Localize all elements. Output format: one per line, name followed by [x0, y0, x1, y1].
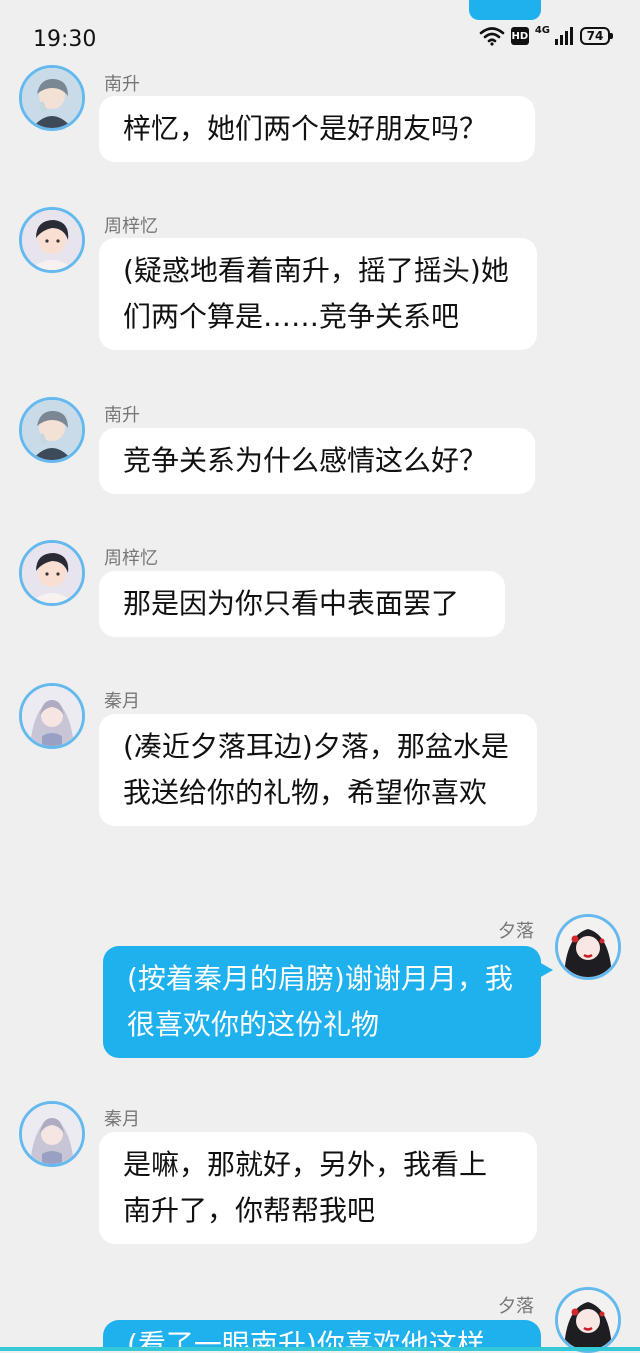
message-bubble[interactable]: 那是因为你只看中表面罢了 — [99, 571, 505, 637]
girl-silver-hair-avatar[interactable] — [19, 1101, 85, 1167]
sender-name: 夕落 — [498, 1296, 534, 1317]
sender-name: 秦月 — [104, 691, 140, 712]
status-icons: HD 4G 74 — [479, 24, 613, 46]
clock: 19:30 — [33, 27, 97, 52]
boy-gray-hair-avatar[interactable] — [19, 397, 85, 463]
sender-name: 周梓忆 — [104, 216, 158, 237]
boy-dark-hair-avatar[interactable] — [19, 540, 85, 606]
boy-gray-hair-avatar[interactable] — [19, 65, 85, 131]
message-bubble[interactable]: (按着秦月的肩膀)谢谢月月，我很喜欢你的这份礼物 — [103, 946, 553, 1058]
bottom-edge-strip — [0, 1347, 640, 1351]
status-bar: 19:30 HD 4G 74 — [0, 0, 640, 72]
sender-name: 周梓忆 — [104, 548, 158, 569]
message-bubble[interactable]: 梓忆，她们两个是好朋友吗？ — [99, 96, 535, 162]
message-bubble[interactable]: 竞争关系为什么感情这么好？ — [99, 428, 535, 494]
sender-name: 秦月 — [104, 1109, 140, 1130]
sender-name: 夕落 — [498, 921, 534, 942]
network-type-label: 4G — [534, 24, 550, 36]
sender-name: 南升 — [104, 405, 140, 426]
wifi-icon — [479, 26, 505, 46]
hd-voice-icon: HD — [510, 27, 529, 45]
girl-red-lips-avatar[interactable] — [555, 914, 621, 980]
sender-name: 南升 — [104, 74, 140, 95]
signal-strength-icon — [554, 27, 574, 45]
girl-red-lips-avatar[interactable] — [555, 1287, 621, 1353]
battery-icon: 74 — [580, 27, 613, 45]
message-bubble[interactable]: (凑近夕落耳边)夕落，那盆水是我送给你的礼物，希望你喜欢 — [99, 714, 537, 826]
message-bubble[interactable]: 是嘛，那就好，另外，我看上南升了，你帮帮我吧 — [99, 1132, 537, 1244]
message-bubble[interactable]: (疑惑地看着南升，摇了摇头)她们两个算是……竞争关系吧 — [99, 238, 537, 350]
girl-silver-hair-avatar[interactable] — [19, 683, 85, 749]
boy-dark-hair-avatar[interactable] — [19, 207, 85, 273]
